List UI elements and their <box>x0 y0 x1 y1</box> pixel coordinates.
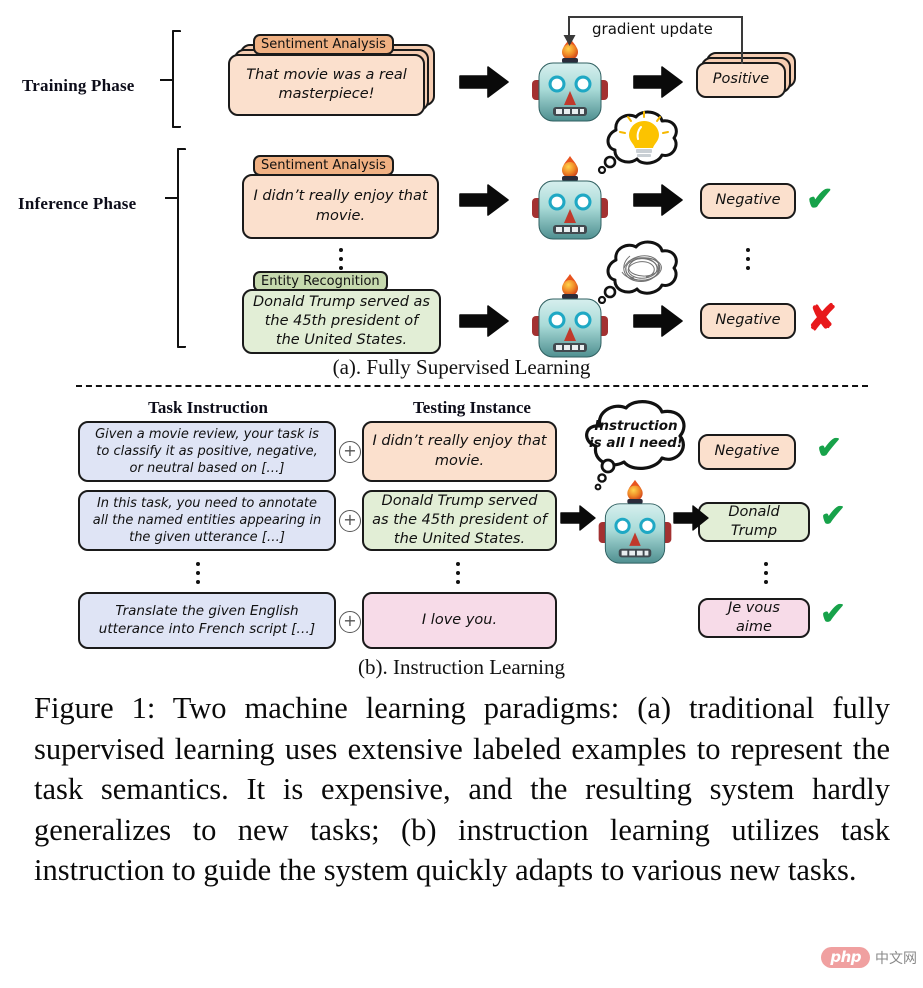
training-bracket <box>172 30 181 128</box>
gradient-wire-top <box>568 16 743 18</box>
training-input-card: That movie was a real masterpiece! <box>228 54 425 116</box>
inference-phase-label: Inference Phase <box>18 194 137 213</box>
thought-bubble-scribble <box>594 238 686 309</box>
gradient-wire-right <box>741 16 743 64</box>
ellipsis-inference-outputs <box>746 248 750 270</box>
plus-icon-1: + <box>339 441 361 463</box>
instance-card-3: I love you. <box>362 592 557 649</box>
watermark-cn-text: 中文网 <box>875 950 917 967</box>
gradient-update-label: gradient update <box>592 20 713 38</box>
verdict-correct-icon-b1: ✔ <box>816 430 842 465</box>
ellipsis-inference-inputs <box>339 248 343 270</box>
inference2-output-card: Negative <box>700 303 796 339</box>
training-output-card: Positive <box>696 62 786 98</box>
watermark-php-logo: php <box>821 947 870 968</box>
verdict-correct-icon-b3: ✔ <box>820 596 846 631</box>
robot-instruction-learning <box>591 476 679 573</box>
figure-caption: Figure 1: Two machine learning paradigms… <box>34 691 890 888</box>
ellipsis-instances <box>456 562 460 584</box>
watermark: php 中文网 <box>821 947 917 968</box>
inference2-input-card: Donald Trump served as the 45th presiden… <box>242 289 441 354</box>
plus-icon-2: + <box>339 510 361 532</box>
output-card-3: Je vous aime <box>698 598 810 638</box>
instruction-card-3: Translate the given English utterance in… <box>78 592 336 649</box>
arrow-inference2-to-model <box>458 304 510 338</box>
arrow-model-to-output-inference1 <box>632 183 684 217</box>
training-phase-label: Training Phase <box>22 76 135 95</box>
arrow-training-to-model <box>458 65 510 99</box>
instance-card-2: Donald Trump served as the 45th presiden… <box>362 490 557 551</box>
subcaption-b: (b). Instruction Learning <box>357 655 566 679</box>
ellipsis-outputs-b <box>764 562 768 584</box>
thought-bubble-lightbulb <box>594 108 686 179</box>
column-header-testing-instance: Testing Instance <box>413 398 531 417</box>
arrow-inference1-to-model <box>458 183 510 217</box>
subcaption-a: (a). Fully Supervised Learning <box>332 355 591 379</box>
verdict-wrong-icon-2: ✘ <box>807 297 838 338</box>
inference-bracket-tick <box>165 197 177 199</box>
inference-bracket <box>177 148 186 348</box>
inference1-task-tag: Sentiment Analysis <box>253 155 394 176</box>
plus-icon-3: + <box>339 611 361 633</box>
training-bracket-tick <box>160 79 172 81</box>
instruction-card-1: Given a movie review, your task is to cl… <box>78 421 336 482</box>
inference1-output-card: Negative <box>700 183 796 219</box>
inference1-input-card: I didn’t really enjoy that movie. <box>242 174 439 239</box>
instruction-card-2: In this task, you need to annotate all t… <box>78 490 336 551</box>
panel-divider <box>76 385 868 387</box>
arrow-model-to-output-b <box>673 505 709 531</box>
gradient-arrowhead-icon <box>563 33 576 51</box>
instance-card-1: I didn’t really enjoy that movie. <box>362 421 557 482</box>
arrow-model-to-output-inference2 <box>632 304 684 338</box>
output-card-2: Donald Trump <box>698 502 810 542</box>
column-header-task-instruction: Task Instruction <box>148 398 268 417</box>
verdict-correct-icon-1: ✔ <box>806 180 834 217</box>
output-card-1: Negative <box>698 434 796 470</box>
training-task-tag: Sentiment Analysis <box>253 34 394 55</box>
ellipsis-instructions <box>196 562 200 584</box>
thought-bubble-instruction-text: Instruction is all I need! <box>589 418 683 451</box>
arrow-model-to-output-training <box>632 65 684 99</box>
figure-container: Training Phase Inference Phase Sentiment… <box>0 0 923 988</box>
verdict-correct-icon-b2: ✔ <box>820 498 846 533</box>
